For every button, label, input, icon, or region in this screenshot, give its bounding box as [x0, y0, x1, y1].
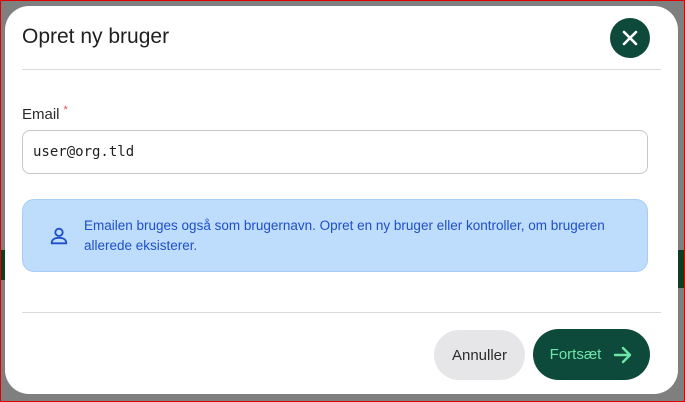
dialog-title: Opret ny bruger [22, 25, 170, 48]
close-icon [622, 30, 638, 46]
required-marker: * [63, 104, 68, 116]
continue-button-label: Fortsæt [549, 346, 602, 363]
continue-button[interactable]: Fortsæt [533, 329, 650, 380]
email-field[interactable] [22, 130, 648, 174]
info-text: Emailen bruges også som brugernavn. Opre… [84, 217, 605, 253]
background-app-element [677, 250, 685, 288]
create-user-dialog: Opret ny bruger Email* Emailen bruges og… [5, 6, 678, 394]
arrow-right-icon [614, 346, 632, 363]
dialog-header: Opret ny bruger [5, 6, 678, 69]
info-banner: Emailen bruges også som brugernavn. Opre… [22, 199, 648, 272]
cancel-button-label: Annuller [451, 346, 508, 364]
footer-divider [22, 312, 661, 313]
header-divider [22, 69, 661, 70]
cancel-button[interactable]: Annuller [434, 330, 525, 380]
email-label: Email * [22, 104, 68, 123]
user-icon [50, 227, 68, 244]
close-button[interactable] [610, 18, 650, 58]
email-label-text: Email [22, 106, 60, 123]
